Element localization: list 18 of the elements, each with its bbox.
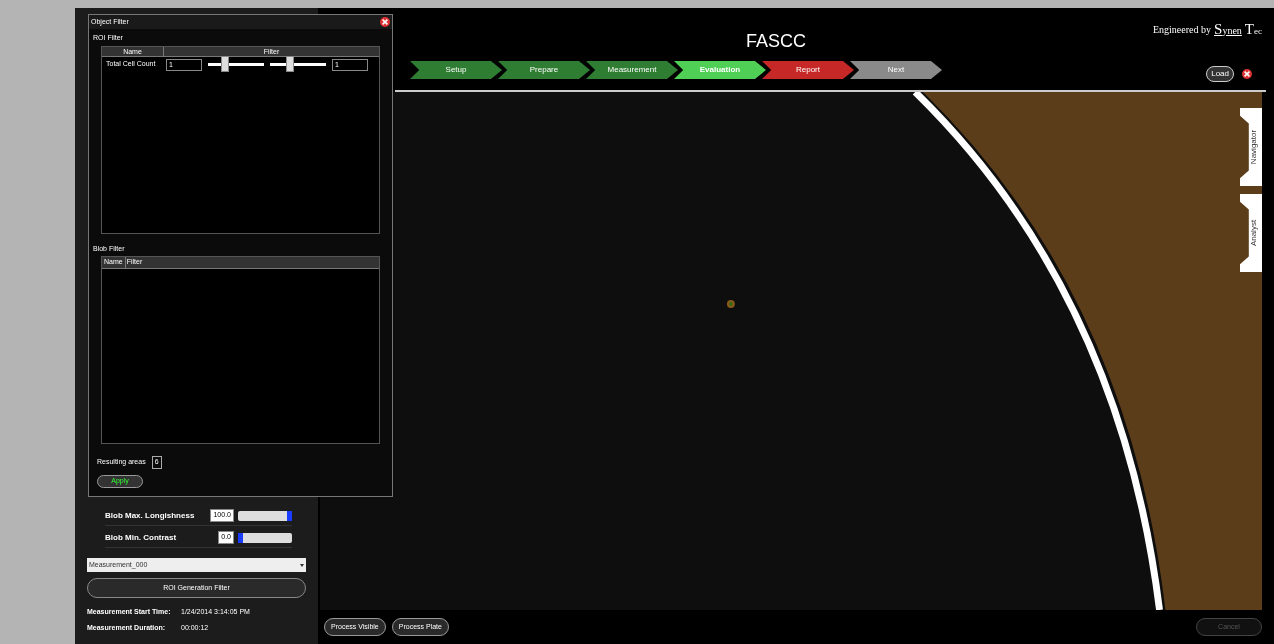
filter-label: Blob Max. Longishness <box>105 509 196 522</box>
app-title: FASCC <box>746 30 806 53</box>
close-icon[interactable] <box>1242 69 1252 79</box>
step-tab[interactable]: Report <box>762 61 854 79</box>
filter-label: Blob Min. Contrast <box>105 531 178 544</box>
slider-thumb[interactable] <box>238 532 243 543</box>
step-tab[interactable]: Prepare <box>498 61 590 79</box>
load-button[interactable]: Load <box>1206 66 1234 82</box>
logo-text: Tec <box>1244 22 1262 37</box>
step-tab[interactable]: Setup <box>410 61 502 79</box>
logo-text: Synen <box>1214 22 1242 37</box>
caret-icon <box>300 563 304 567</box>
slider-thumb[interactable] <box>285 56 294 72</box>
slider-thumb[interactable] <box>287 510 292 521</box>
close-icon[interactable] <box>380 17 390 27</box>
logo-text: Engineered by <box>1153 23 1212 37</box>
step-tab[interactable]: Measurement <box>586 61 678 79</box>
slider-thumb[interactable] <box>220 56 229 72</box>
